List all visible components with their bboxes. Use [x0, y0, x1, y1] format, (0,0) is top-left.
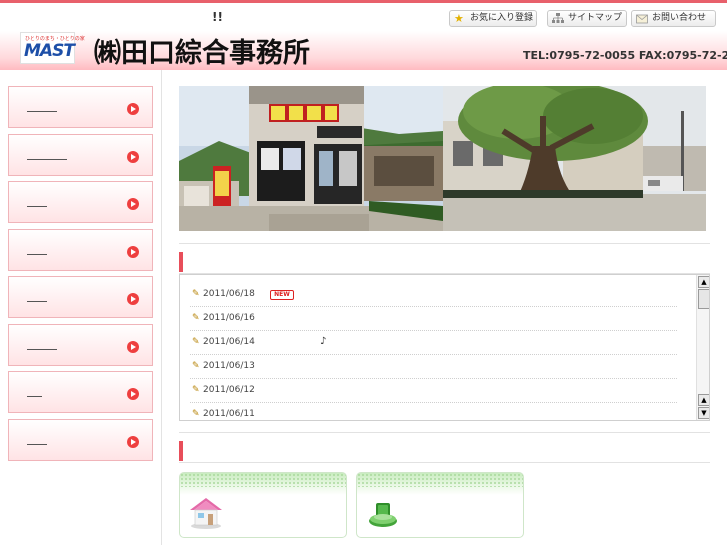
list-item[interactable]: ✎ 2011/06/18 NEW	[190, 283, 677, 307]
page: ひとりのまち・ひとりの家 MAST !! ㈱田口綜合事務所 TEL:0795-7…	[0, 0, 727, 545]
add-favorite-label: お気に入り登録	[470, 13, 534, 23]
card-dot-pattern	[357, 473, 523, 487]
news-date: 2011/06/14	[203, 337, 255, 347]
scroll-up-button-lower[interactable]: ▲	[698, 394, 709, 406]
arrow-right-icon	[127, 341, 139, 353]
list-item[interactable]: ✎ 2011/06/11	[190, 403, 677, 420]
logo-text: MAST	[24, 41, 75, 61]
arrow-right-icon	[127, 103, 139, 115]
list-item[interactable]: ✎ 2011/06/12	[190, 379, 677, 403]
pencil-icon: ✎	[192, 385, 200, 395]
arrow-right-icon	[127, 198, 139, 210]
camphor-tree-photo	[443, 86, 706, 231]
scroll-up-button[interactable]: ▲	[698, 276, 709, 288]
house-card[interactable]	[179, 472, 347, 538]
pencil-icon: ✎	[192, 289, 200, 299]
sidebar-item-label	[27, 254, 47, 255]
pencil-icon: ✎	[192, 337, 200, 347]
section-accent-bar	[179, 252, 183, 272]
arrow-right-icon	[127, 246, 139, 258]
section-accent-bar	[179, 441, 183, 461]
sitemap-icon	[552, 13, 564, 24]
news-date: 2011/06/18	[203, 289, 255, 299]
news-date: 2011/06/13	[203, 361, 255, 371]
list-item[interactable]: ✎ 2011/06/13	[190, 355, 677, 379]
sidebar-item-label	[27, 396, 42, 397]
news-date: 2011/06/16	[203, 313, 255, 323]
site-header: ひとりのまち・ひとりの家 MAST !! ㈱田口綜合事務所 TEL:0795-7…	[0, 0, 727, 70]
sidebar-item-label	[27, 159, 67, 160]
sidebar-item-3[interactable]	[8, 181, 153, 223]
sidebar-item-label	[27, 206, 47, 207]
news-scrollbar[interactable]: ▲ ▲ ▼	[696, 275, 709, 420]
sidebar-item-1[interactable]	[8, 86, 153, 128]
company-name: ㈱田口綜合事務所	[94, 38, 310, 69]
news-date: 2011/06/11	[203, 409, 255, 419]
list-item[interactable]: ✎ 2011/06/16	[190, 307, 677, 331]
sidebar-item-6[interactable]	[8, 324, 153, 366]
office-building-photo	[179, 86, 443, 231]
scroll-thumb[interactable]	[698, 289, 709, 309]
sidebar-item-label	[27, 349, 57, 350]
sidebar-item-2[interactable]	[8, 134, 153, 176]
sidebar-item-8[interactable]	[8, 419, 153, 461]
contact-label: お問い合わせ	[652, 13, 707, 23]
money-icon	[369, 503, 397, 527]
news-section-header	[179, 243, 710, 274]
sidebar-item-label	[27, 301, 47, 302]
mast-logo[interactable]: ひとりのまち・ひとりの家 MAST	[20, 32, 85, 64]
contact-phone-fax: TEL:0795-72-0055 FAX:0795-72-23	[523, 49, 727, 62]
sidebar-item-label	[27, 111, 57, 112]
music-note: ♪	[320, 336, 327, 347]
add-favorite-button[interactable]: ★ お気に入り登録	[449, 10, 537, 27]
sidebar-nav	[0, 70, 162, 545]
mail-icon	[636, 13, 648, 24]
arrow-right-icon	[127, 151, 139, 163]
header-exclamation: !!	[212, 10, 223, 24]
star-icon: ★	[454, 12, 464, 25]
arrow-right-icon	[127, 436, 139, 448]
list-item[interactable]: ✎ 2011/06/14 ♪	[190, 331, 677, 355]
sitemap-label: サイトマップ	[568, 13, 623, 23]
scroll-down-button[interactable]: ▼	[698, 407, 709, 419]
pencil-icon: ✎	[192, 361, 200, 371]
arrow-right-icon	[127, 388, 139, 400]
news-date: 2011/06/12	[203, 385, 255, 395]
sidebar-item-5[interactable]	[8, 276, 153, 318]
pencil-icon: ✎	[192, 409, 200, 419]
card-dot-pattern	[180, 473, 346, 487]
contact-button[interactable]: お問い合わせ	[631, 10, 716, 27]
sitemap-button[interactable]: サイトマップ	[547, 10, 627, 27]
services-section-header	[179, 432, 710, 463]
house-icon	[190, 498, 222, 529]
news-list[interactable]: ✎ 2011/06/18 NEW ✎ 2011/06/16 ✎ 2011/06/…	[179, 274, 710, 421]
sidebar-item-4[interactable]	[8, 229, 153, 271]
new-badge: NEW	[270, 290, 294, 300]
arrow-right-icon	[127, 293, 139, 305]
money-card[interactable]	[356, 472, 524, 538]
sidebar-item-7[interactable]	[8, 371, 153, 413]
sidebar-item-label	[27, 444, 47, 445]
pencil-icon: ✎	[192, 313, 200, 323]
